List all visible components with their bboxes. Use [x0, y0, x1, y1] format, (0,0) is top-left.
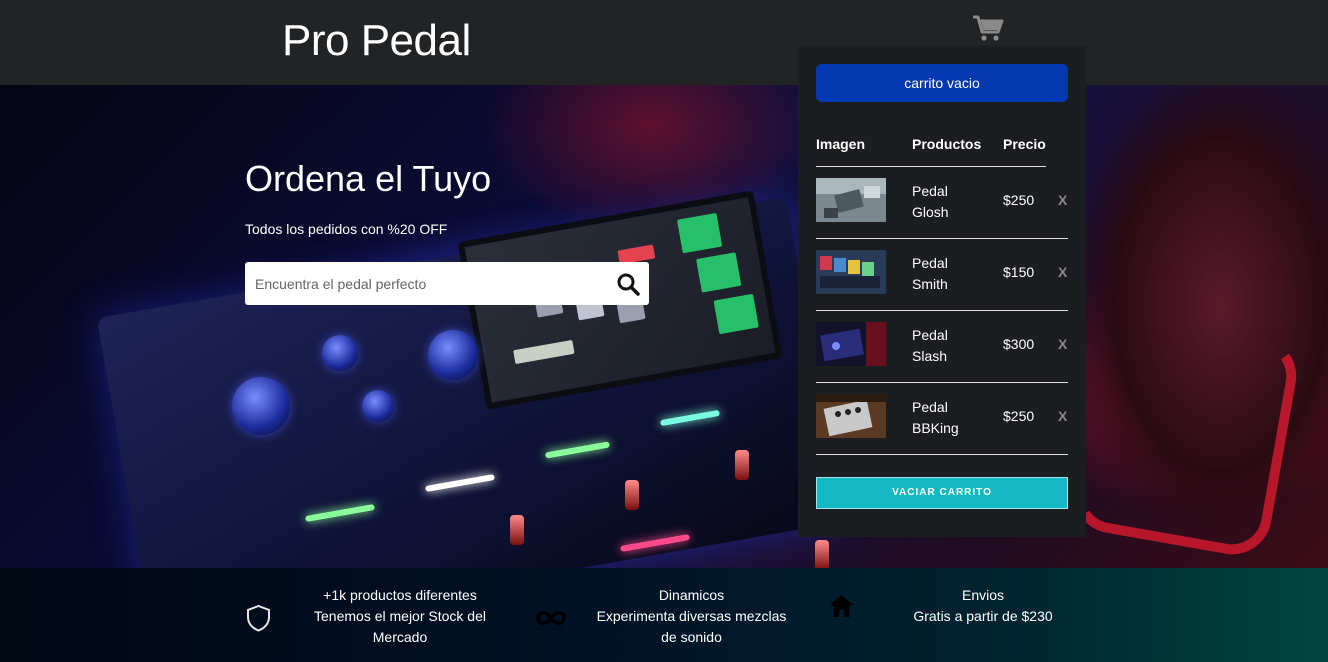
- cart-item-row: Pedal BBKing $250 X: [816, 383, 1068, 455]
- search-input[interactable]: [245, 262, 605, 305]
- footswitch: [815, 540, 829, 568]
- empty-cart-button[interactable]: VACIAR CARRITO: [816, 477, 1068, 509]
- knob-phones: [322, 335, 358, 371]
- hero-title: Ordena el Tuyo: [245, 158, 492, 199]
- hero-banner: [0, 85, 1328, 568]
- feature-text: Experimenta diversas mezclas de sonido: [596, 608, 787, 645]
- feature-shipping: Envios Gratis a partir de $230: [898, 585, 1068, 627]
- footswitch: [625, 480, 639, 510]
- product-name: Pedal Slash: [912, 327, 948, 364]
- feature-text: Tenemos el mejor Stock del Mercado: [314, 608, 486, 645]
- column-header-imagen: Imagen: [816, 136, 866, 152]
- infinity-icon: [536, 611, 566, 625]
- remove-item-button[interactable]: X: [1058, 336, 1067, 352]
- footswitch: [735, 450, 749, 480]
- cart-item-row: Pedal Slash $300 X: [816, 311, 1068, 383]
- product-thumbnail: [816, 394, 886, 438]
- product-thumbnail: [816, 250, 886, 294]
- column-header-productos: Productos: [912, 136, 982, 152]
- remove-item-button[interactable]: X: [1058, 192, 1067, 208]
- feature-dynamic: Dinamicos Experimenta diversas mezclas d…: [588, 585, 795, 648]
- product-price: $150: [1003, 264, 1035, 280]
- knob-aux: [362, 390, 394, 422]
- home-icon: [830, 595, 853, 617]
- cart-item-row: Pedal Glosh $250 X: [816, 167, 1068, 239]
- knob-push: [428, 330, 478, 380]
- site-logo[interactable]: Pro Pedal: [282, 16, 471, 66]
- product-name: Pedal Smith: [912, 255, 948, 292]
- sneaker-sole-image: [1067, 309, 1303, 561]
- column-header-precio: Precio: [1003, 136, 1046, 152]
- remove-item-button[interactable]: X: [1058, 264, 1067, 280]
- feature-text: Gratis a partir de $230: [913, 608, 1053, 624]
- footswitch: [510, 515, 524, 545]
- features-bar: +1k productos diferentes Tenemos el mejo…: [0, 568, 1328, 662]
- shield-icon: [247, 604, 270, 632]
- product-price: $300: [1003, 336, 1035, 352]
- search-icon[interactable]: [616, 272, 640, 296]
- hero-subtitle: Todos los pedidos con %20 OFF: [245, 221, 448, 237]
- top-header: Pro Pedal: [0, 0, 1328, 85]
- product-thumbnail: [816, 322, 886, 366]
- feature-title: +1k productos diferentes: [323, 587, 477, 603]
- knob-master: [232, 377, 290, 435]
- product-thumbnail: [816, 178, 886, 222]
- search-bar: [245, 262, 649, 305]
- cart-dropdown: carrito vacio Imagen Productos Precio Pe…: [798, 46, 1086, 537]
- product-name: Pedal BBKing: [912, 399, 959, 436]
- remove-item-button[interactable]: X: [1058, 408, 1067, 424]
- feature-title: Dinamicos: [658, 587, 725, 603]
- feature-title: Envios: [961, 587, 1005, 603]
- shopping-cart-icon[interactable]: [972, 14, 1004, 42]
- cart-status-badge: carrito vacio: [816, 64, 1068, 102]
- cart-item-row: Pedal Smith $150 X: [816, 239, 1068, 311]
- product-name: Pedal Glosh: [912, 183, 949, 220]
- feature-stock: +1k productos diferentes Tenemos el mejo…: [300, 585, 500, 648]
- product-price: $250: [1003, 192, 1035, 208]
- product-price: $250: [1003, 408, 1035, 424]
